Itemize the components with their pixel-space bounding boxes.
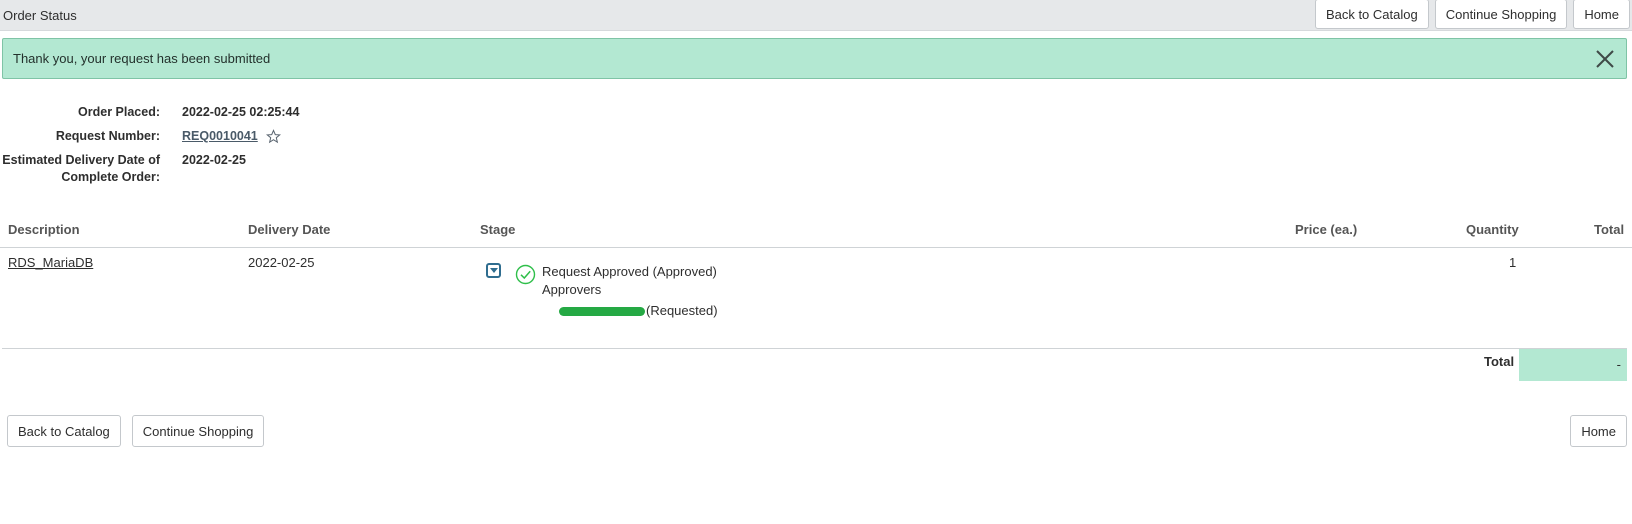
request-number-label: Request Number: xyxy=(55,129,160,143)
top-button-group: Back to Catalog Continue Shopping Home xyxy=(1314,0,1630,29)
item-description-link[interactable]: RDS_MariaDB xyxy=(8,255,93,270)
table-row: RDS_MariaDB 2022-02-25 Request Approved … xyxy=(0,248,1632,348)
item-quantity: 1 xyxy=(1509,255,1517,270)
bottom-back-to-catalog-button[interactable]: Back to Catalog xyxy=(7,415,121,447)
column-header-price: Price (ea.) xyxy=(1295,222,1358,237)
request-number-link[interactable]: REQ0010041 xyxy=(182,128,258,145)
bottom-home-group: Home xyxy=(1570,415,1627,447)
total-value: - xyxy=(1519,349,1627,381)
total-label: Total xyxy=(1484,354,1515,369)
order-placed-label: Order Placed: xyxy=(78,105,160,119)
request-number-value: REQ0010041 xyxy=(182,128,281,145)
approver-status: (Requested) xyxy=(646,303,718,318)
item-delivery-date: 2022-02-25 xyxy=(248,255,315,270)
estimated-delivery-label-line1: Estimated Delivery Date of xyxy=(2,153,160,167)
estimated-delivery-label-line2: Complete Order: xyxy=(61,170,160,184)
stage-expand-toggle[interactable] xyxy=(486,263,501,278)
order-placed-row: Order Placed: 2022-02-25 02:25:44 xyxy=(0,104,299,121)
success-alert: Thank you, your request has been submitt… xyxy=(2,38,1627,79)
estimated-delivery-label: Estimated Delivery Date of Complete Orde… xyxy=(0,152,160,186)
table-header: Description Delivery Date Stage Price (e… xyxy=(0,222,1632,248)
request-number-row: Request Number: REQ0010041 xyxy=(0,128,299,145)
page-title: Order Status xyxy=(3,7,77,23)
column-header-description: Description xyxy=(8,222,80,237)
order-placed-value: 2022-02-25 02:25:44 xyxy=(182,105,300,119)
top-bar: Order Status Back to Catalog Continue Sh… xyxy=(0,0,1632,31)
estimated-delivery-value: 2022-02-25 xyxy=(182,153,246,167)
close-icon[interactable] xyxy=(1594,48,1616,70)
bottom-home-button[interactable]: Home xyxy=(1570,415,1627,447)
home-button[interactable]: Home xyxy=(1573,0,1630,29)
redacted-approver-name xyxy=(559,307,645,316)
star-icon[interactable] xyxy=(265,129,281,144)
back-to-catalog-button[interactable]: Back to Catalog xyxy=(1314,0,1429,29)
approvers-label: Approvers xyxy=(542,282,602,297)
order-info: Order Placed: 2022-02-25 02:25:44 Reques… xyxy=(0,104,299,193)
estimated-delivery-row: Estimated Delivery Date of Complete Orde… xyxy=(0,152,299,186)
bottom-button-group: Back to Catalog Continue Shopping xyxy=(7,415,265,447)
stage-status: Request Approved (Approved) xyxy=(542,264,717,279)
column-header-quantity: Quantity xyxy=(1466,222,1519,237)
approved-check-icon xyxy=(515,264,536,285)
column-header-delivery-date: Delivery Date xyxy=(248,222,331,237)
continue-shopping-button[interactable]: Continue Shopping xyxy=(1434,0,1568,29)
bottom-continue-shopping-button[interactable]: Continue Shopping xyxy=(131,415,265,447)
column-header-stage: Stage xyxy=(480,222,516,237)
table-divider xyxy=(2,348,1627,349)
alert-message: Thank you, your request has been submitt… xyxy=(13,51,271,66)
column-header-total: Total xyxy=(1594,222,1625,237)
